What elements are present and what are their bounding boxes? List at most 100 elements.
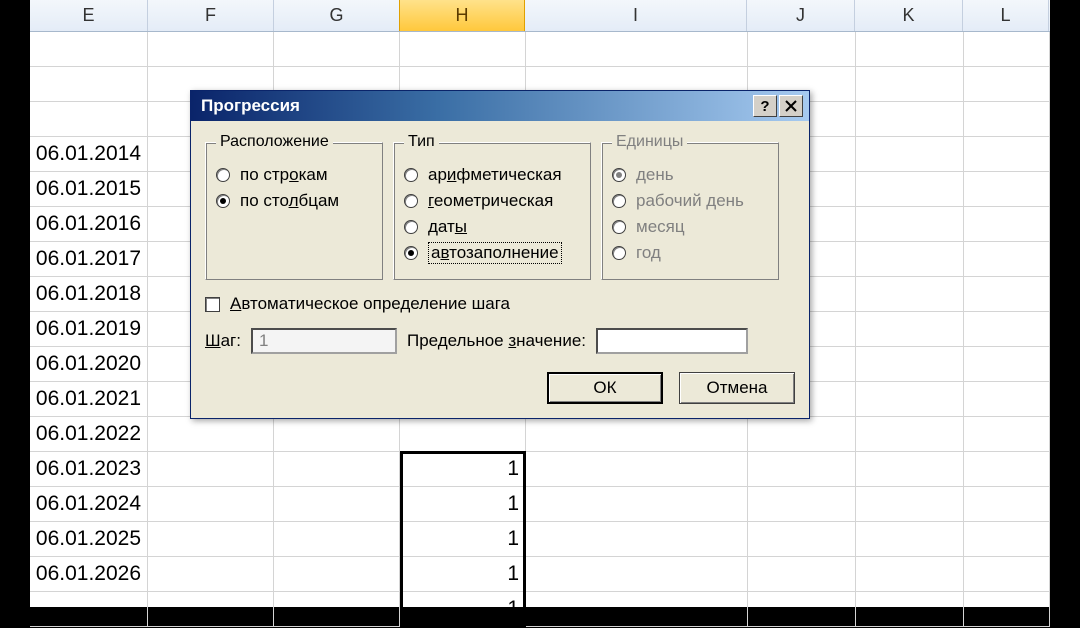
- cell-L[interactable]: [964, 102, 1050, 136]
- cell-L[interactable]: [964, 487, 1050, 521]
- cell-E[interactable]: 06.01.2021: [30, 382, 148, 416]
- cell-F[interactable]: [148, 32, 274, 66]
- cell-F[interactable]: [148, 522, 274, 556]
- cell-L[interactable]: [964, 277, 1050, 311]
- option-arithmetic[interactable]: арифметическая: [404, 165, 580, 185]
- cell-F[interactable]: [148, 417, 274, 451]
- ok-button[interactable]: ОК: [547, 372, 663, 404]
- cell-J[interactable]: [748, 487, 856, 521]
- cell-L[interactable]: [964, 522, 1050, 556]
- cell-G[interactable]: [274, 417, 400, 451]
- cell-E[interactable]: 06.01.2024: [30, 487, 148, 521]
- cell-J[interactable]: [748, 522, 856, 556]
- cell-L[interactable]: [964, 137, 1050, 171]
- cell-K[interactable]: [856, 347, 964, 381]
- cell-K[interactable]: [856, 312, 964, 346]
- cell-L[interactable]: [964, 242, 1050, 276]
- cell-E[interactable]: 06.01.2015: [30, 172, 148, 206]
- cell-K[interactable]: [856, 207, 964, 241]
- cell-H[interactable]: [400, 417, 526, 451]
- option-autofill[interactable]: автозаполнение: [404, 243, 580, 263]
- cell-K[interactable]: [856, 417, 964, 451]
- cell-G[interactable]: [274, 32, 400, 66]
- cell-L[interactable]: [964, 417, 1050, 451]
- cancel-button[interactable]: Отмена: [679, 372, 795, 404]
- cell-E[interactable]: 06.01.2020: [30, 347, 148, 381]
- cell-F[interactable]: [148, 452, 274, 486]
- cell-K[interactable]: [856, 32, 964, 66]
- cell-G[interactable]: [274, 452, 400, 486]
- close-button[interactable]: [779, 95, 803, 117]
- column-header-E[interactable]: E: [30, 0, 148, 31]
- option-dates[interactable]: даты: [404, 217, 580, 237]
- cell-K[interactable]: [856, 592, 964, 626]
- cell-K[interactable]: [856, 137, 964, 171]
- cell-J[interactable]: [748, 592, 856, 626]
- cell-G[interactable]: [274, 592, 400, 626]
- cell-L[interactable]: [964, 557, 1050, 591]
- cell-H[interactable]: 1: [400, 487, 526, 521]
- cell-I[interactable]: [526, 417, 748, 451]
- cell-L[interactable]: [964, 592, 1050, 626]
- cell-E[interactable]: 06.01.2017: [30, 242, 148, 276]
- column-header-L[interactable]: L: [963, 0, 1049, 31]
- cell-L[interactable]: [964, 32, 1050, 66]
- cell-E[interactable]: [30, 32, 148, 66]
- cell-K[interactable]: [856, 487, 964, 521]
- cell-J[interactable]: [748, 417, 856, 451]
- cell-I[interactable]: [526, 592, 748, 626]
- auto-step-checkbox[interactable]: Автоматическое определение шага: [205, 294, 795, 314]
- cell-K[interactable]: [856, 452, 964, 486]
- cell-H[interactable]: [400, 32, 526, 66]
- column-header-F[interactable]: F: [148, 0, 274, 31]
- cell-J[interactable]: [748, 32, 856, 66]
- cell-E[interactable]: 06.01.2018: [30, 277, 148, 311]
- limit-input[interactable]: [596, 328, 748, 354]
- cell-H[interactable]: 1: [400, 592, 526, 626]
- cell-J[interactable]: [748, 557, 856, 591]
- cell-I[interactable]: [526, 522, 748, 556]
- cell-L[interactable]: [964, 207, 1050, 241]
- cell-L[interactable]: [964, 452, 1050, 486]
- cell-H[interactable]: 1: [400, 557, 526, 591]
- cell-J[interactable]: [748, 452, 856, 486]
- titlebar[interactable]: Прогрессия ?: [191, 91, 809, 121]
- cell-G[interactable]: [274, 487, 400, 521]
- cell-E[interactable]: [30, 102, 148, 136]
- cell-L[interactable]: [964, 312, 1050, 346]
- cell-G[interactable]: [274, 522, 400, 556]
- column-header-I[interactable]: I: [525, 0, 747, 31]
- column-header-K[interactable]: K: [855, 0, 963, 31]
- cell-E[interactable]: [30, 592, 148, 626]
- cell-I[interactable]: [526, 557, 748, 591]
- cell-E[interactable]: 06.01.2026: [30, 557, 148, 591]
- option-geometric[interactable]: геометрическая: [404, 191, 580, 211]
- column-header-H[interactable]: H: [399, 0, 525, 31]
- cell-E[interactable]: 06.01.2016: [30, 207, 148, 241]
- cell-E[interactable]: [30, 67, 148, 101]
- cell-L[interactable]: [964, 172, 1050, 206]
- option-by-columns[interactable]: по столбцам: [216, 191, 372, 211]
- cell-K[interactable]: [856, 242, 964, 276]
- cell-K[interactable]: [856, 102, 964, 136]
- cell-F[interactable]: [148, 557, 274, 591]
- cell-K[interactable]: [856, 277, 964, 311]
- cell-G[interactable]: [274, 557, 400, 591]
- cell-E[interactable]: 06.01.2023: [30, 452, 148, 486]
- cell-E[interactable]: 06.01.2019: [30, 312, 148, 346]
- cell-K[interactable]: [856, 557, 964, 591]
- help-button[interactable]: ?: [753, 95, 777, 117]
- cell-K[interactable]: [856, 522, 964, 556]
- cell-F[interactable]: [148, 592, 274, 626]
- cell-F[interactable]: [148, 487, 274, 521]
- cell-I[interactable]: [526, 452, 748, 486]
- column-header-G[interactable]: G: [274, 0, 400, 31]
- cell-K[interactable]: [856, 382, 964, 416]
- step-input[interactable]: 1: [251, 328, 397, 354]
- cell-E[interactable]: 06.01.2025: [30, 522, 148, 556]
- cell-E[interactable]: 06.01.2014: [30, 137, 148, 171]
- cell-K[interactable]: [856, 172, 964, 206]
- cell-L[interactable]: [964, 382, 1050, 416]
- cell-H[interactable]: 1: [400, 522, 526, 556]
- column-header-J[interactable]: J: [747, 0, 855, 31]
